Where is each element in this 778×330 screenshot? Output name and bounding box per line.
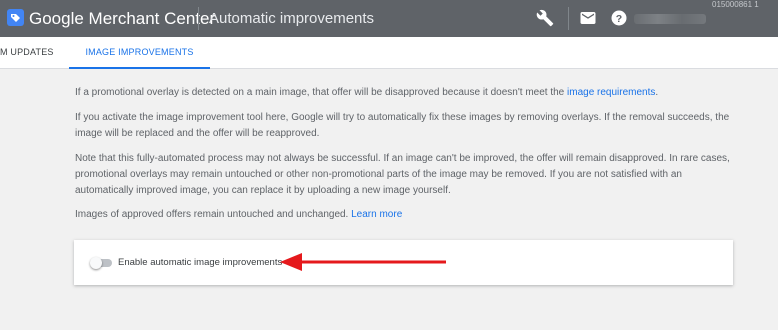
tag-icon[interactable] [7, 9, 24, 26]
page-title: Automatic improvements [209, 10, 375, 27]
toggle-thumb [90, 257, 102, 269]
tab-updates[interactable]: M UPDATES [0, 37, 54, 68]
toggle-label: Enable automatic image improvements [118, 257, 283, 268]
intro-end: . [655, 87, 659, 98]
intro-paragraph: If a promotional overlay is detected on … [75, 85, 658, 101]
divider [198, 7, 199, 30]
approved-offers-paragraph: Images of approved offers remain untouch… [75, 207, 402, 223]
enable-image-improvements-toggle[interactable] [90, 257, 112, 269]
account-menu[interactable] [634, 14, 706, 24]
image-requirements-link[interactable]: image requirements [567, 87, 655, 98]
account-id: 015000861 1 [712, 0, 759, 9]
wrench-icon[interactable] [536, 9, 554, 27]
mail-icon[interactable] [579, 9, 597, 27]
tab-image-improvements[interactable]: IMAGE IMPROVEMENTS [69, 37, 210, 69]
divider [568, 7, 569, 30]
svg-text:?: ? [616, 13, 622, 25]
learn-more-link[interactable]: Learn more [351, 209, 402, 220]
approved-offers-text: Images of approved offers remain untouch… [75, 209, 352, 220]
help-icon[interactable]: ? [610, 9, 628, 27]
annotation-arrow [280, 253, 446, 271]
active-tab-indicator [69, 67, 210, 69]
disclaimer-paragraph: Note that this fully-automated process m… [75, 153, 730, 196]
tab-label: IMAGE IMPROVEMENTS [85, 47, 194, 57]
tab-bar: M UPDATES IMAGE IMPROVEMENTS [0, 37, 778, 69]
intro-text: If a promotional overlay is detected on … [75, 87, 568, 98]
app-bar: Google Merchant Center Automatic improve… [0, 0, 778, 37]
app-brand-title[interactable]: Google Merchant Center [29, 9, 215, 29]
activation-paragraph: If you activate the image improvement to… [75, 112, 730, 139]
